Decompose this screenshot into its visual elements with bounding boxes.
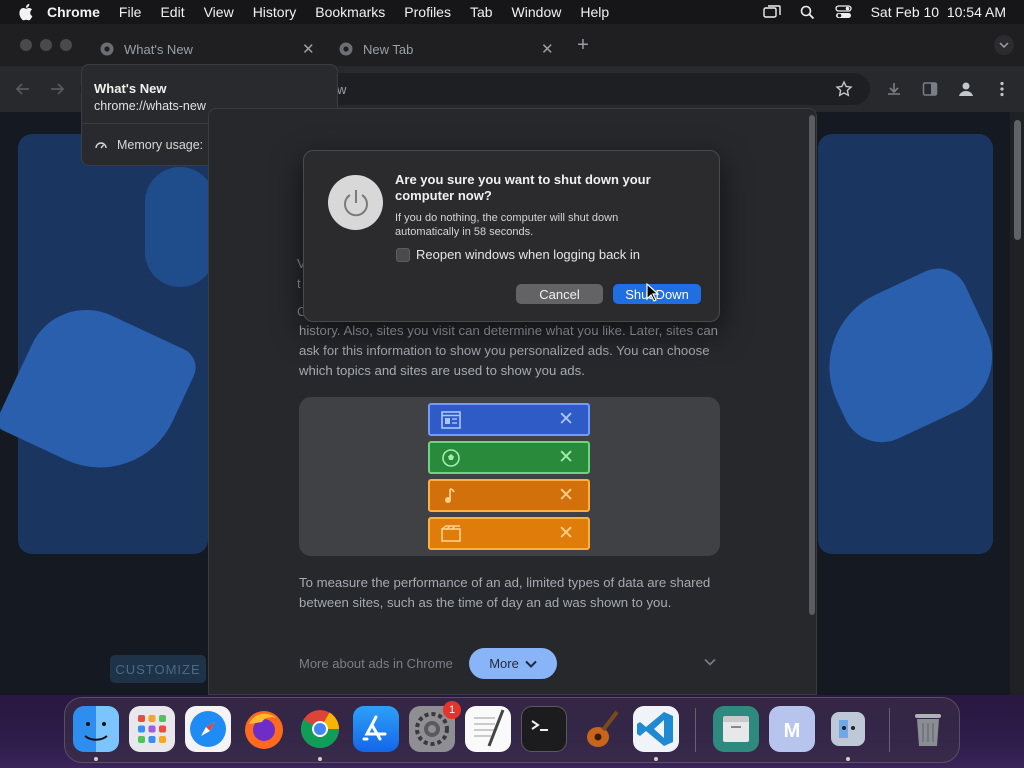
hovercard-title: What's New	[94, 81, 167, 96]
download-icon[interactable]	[885, 80, 903, 98]
tab-label: New Tab	[363, 41, 414, 57]
hovercard-memory: Memory usage:	[94, 138, 203, 152]
scrollbar-thumb[interactable]	[1014, 120, 1021, 240]
menu-profiles[interactable]: Profiles	[404, 4, 451, 20]
chrome-favicon-icon	[100, 42, 114, 56]
spotlight-search-icon[interactable]	[799, 4, 817, 20]
menu-tab[interactable]: Tab	[470, 4, 493, 20]
more-menu-dots-icon[interactable]	[993, 80, 1011, 98]
tab-strip: What's New ✕ New Tab ✕ +	[0, 24, 1024, 66]
remove-topic-icon: ✕	[558, 447, 574, 468]
tab-search-chevron-icon[interactable]	[994, 35, 1014, 55]
obscured-text-fragment: t	[297, 276, 301, 291]
apple-menu-icon[interactable]	[18, 3, 36, 21]
topic-row-sports: ✕	[428, 441, 590, 474]
window-zoom-button[interactable]	[60, 39, 72, 51]
tab-close-icon[interactable]: ✕	[541, 40, 554, 58]
window-close-button[interactable]	[20, 39, 32, 51]
power-icon	[328, 175, 383, 230]
more-button-label: More	[489, 656, 519, 671]
dock-running-indicator	[94, 757, 98, 761]
hovercard-url: chrome://whats-new	[94, 99, 206, 113]
film-icon	[441, 525, 461, 542]
memory-gauge-icon	[95, 142, 107, 149]
dock-trash-icon[interactable]	[905, 706, 951, 752]
dock-files-icon[interactable]	[713, 706, 759, 752]
menu-app-chrome[interactable]: Chrome	[47, 4, 100, 20]
memory-usage-label: Memory usage:	[117, 138, 204, 152]
page-scrollbar[interactable]	[1011, 112, 1024, 695]
cancel-button[interactable]: Cancel	[516, 284, 603, 304]
more-about-ads-label: More about ads in Chrome	[299, 656, 453, 671]
menu-bar: Chrome File Edit View History Bookmarks …	[0, 0, 1024, 24]
dock-mail-app-icon[interactable]: M	[769, 706, 815, 752]
dock-textedit-icon[interactable]	[465, 706, 511, 752]
topic-row-music: ✕	[428, 479, 590, 512]
dock-chrome-icon[interactable]	[297, 706, 343, 752]
new-tab-plus-icon[interactable]: +	[574, 34, 592, 57]
dock-running-indicator	[654, 757, 658, 761]
menu-edit[interactable]: Edit	[160, 4, 184, 20]
dock-firefox-icon[interactable]	[241, 706, 287, 752]
back-arrow-icon[interactable]	[14, 80, 32, 98]
news-icon	[441, 411, 461, 429]
soccer-ball-icon	[442, 449, 460, 467]
menu-bookmarks[interactable]: Bookmarks	[315, 4, 385, 20]
remove-topic-icon: ✕	[558, 409, 574, 430]
dock-terminal-icon[interactable]	[521, 706, 567, 752]
bookmark-star-icon[interactable]	[835, 80, 853, 98]
address-text: w	[337, 81, 347, 97]
menu-window[interactable]: Window	[512, 4, 562, 20]
dock-running-indicator	[846, 757, 850, 761]
remove-topic-icon: ✕	[558, 523, 574, 544]
page-background-shape	[145, 167, 215, 287]
mouse-cursor-icon	[646, 283, 659, 302]
dialog-body: If you do nothing, the computer will shu…	[395, 212, 619, 238]
topic-row-movies: ✕	[428, 517, 590, 550]
menu-history[interactable]: History	[253, 4, 297, 20]
chrome-favicon-icon	[339, 42, 353, 56]
ads-privacy-paragraph: history. Also, sites you visit can deter…	[299, 323, 719, 378]
more-button[interactable]: More	[469, 648, 557, 679]
reopen-windows-label[interactable]: Reopen windows when logging back in	[416, 247, 640, 262]
notification-badge: 1	[443, 701, 461, 719]
dock-finder-icon[interactable]	[73, 706, 119, 752]
svg-text:M: M	[784, 720, 801, 742]
menu-file[interactable]: File	[119, 4, 142, 20]
menubar-clock[interactable]: Sat Feb 10 10:54 AM	[871, 4, 1006, 20]
screen-mirroring-icon[interactable]	[762, 4, 781, 20]
side-panel-icon[interactable]	[921, 80, 939, 98]
dock: 1 M	[64, 697, 960, 763]
ads-measurement-paragraph: To measure the performance of an ad, lim…	[299, 575, 711, 610]
music-note-icon	[445, 488, 455, 503]
chevron-down-icon	[525, 660, 537, 668]
ad-topics-illustration: ✕ ✕ ✕ ✕	[299, 397, 720, 556]
profile-avatar-icon[interactable]	[957, 80, 975, 98]
tab-new-tab[interactable]: New Tab ✕	[339, 32, 561, 66]
dock-separator	[695, 708, 696, 752]
remove-topic-icon: ✕	[558, 485, 574, 506]
menu-help[interactable]: Help	[580, 4, 609, 20]
dock-vscode-icon[interactable]	[633, 706, 679, 752]
forward-arrow-icon[interactable]	[48, 80, 66, 98]
dialog-heading: Are you sure you want to shut down your …	[395, 172, 651, 203]
dock-garageband-icon[interactable]	[577, 706, 623, 752]
customize-button[interactable]: CUSTOMIZE	[110, 655, 206, 683]
topic-row-news: ✕	[428, 403, 590, 436]
tab-label: What's New	[124, 41, 193, 57]
control-center-icon[interactable]	[835, 4, 853, 20]
dock-migration-assistant-icon[interactable]	[825, 706, 871, 752]
tab-whats-new[interactable]: What's New ✕	[100, 32, 328, 66]
dock-safari-icon[interactable]	[185, 706, 231, 752]
window-minimize-button[interactable]	[40, 39, 52, 51]
expand-chevron-icon[interactable]	[703, 655, 717, 669]
panel-scrollbar-thumb[interactable]	[809, 115, 815, 615]
dock-running-indicator	[318, 757, 322, 761]
reopen-windows-checkbox[interactable]	[396, 248, 410, 262]
dock-app-store-icon[interactable]	[353, 706, 399, 752]
dock-separator	[889, 708, 890, 752]
dock-launchpad-icon[interactable]	[129, 706, 175, 752]
menu-view[interactable]: View	[204, 4, 234, 20]
tab-close-icon[interactable]: ✕	[302, 40, 315, 58]
